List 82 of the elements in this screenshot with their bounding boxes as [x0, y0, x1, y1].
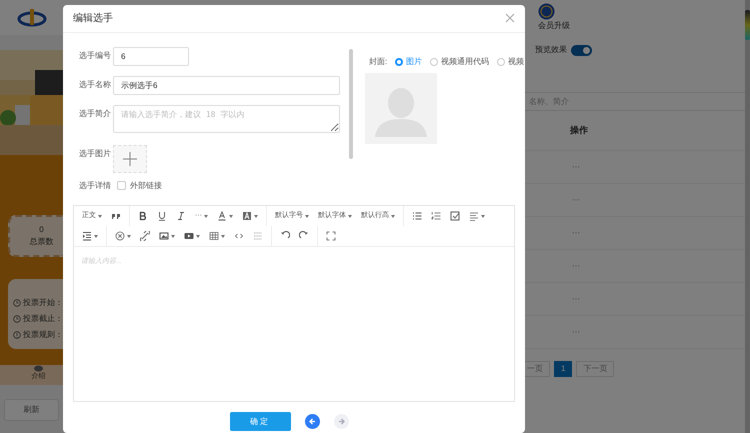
field-label: 选手编号 [79, 50, 112, 62]
plus-icon [123, 152, 137, 166]
more-button[interactable]: ··· [572, 260, 580, 272]
info-text: 投票截止： [23, 313, 63, 325]
column-header: 操作 [570, 124, 588, 137]
undo-icon [280, 231, 290, 241]
caret-icon [171, 234, 175, 238]
input-field[interactable]: 6 [113, 47, 189, 66]
radio-button[interactable] [430, 58, 438, 66]
caret-icon [94, 234, 98, 238]
caret-icon [127, 234, 131, 238]
field-label: 选手详情 [79, 180, 112, 192]
caret-icon [481, 214, 485, 218]
back-button[interactable] [304, 414, 320, 429]
scrollbar[interactable] [745, 0, 750, 433]
caret-icon [196, 234, 200, 238]
task-list-icon [450, 211, 460, 221]
avatar-placeholder [365, 73, 437, 144]
confirm-button[interactable]: 确定 [230, 412, 290, 431]
dialog-title: 编辑选手 [73, 12, 113, 26]
preview-toggle[interactable] [571, 44, 592, 56]
more-button[interactable]: ··· [572, 194, 580, 206]
caret-icon [391, 214, 395, 218]
field-label: 选手图片 [79, 148, 112, 160]
cover-label: 封面: [369, 56, 388, 68]
refresh-button[interactable]: 刷新 [4, 399, 59, 421]
numbered-list-icon [431, 211, 441, 221]
info-text: 投票规则： [23, 329, 63, 341]
quote-icon [111, 211, 121, 221]
textarea-field[interactable]: 请输入选手简介，建议 18 字以内 [113, 105, 340, 133]
field-label: 选手名称 [79, 79, 112, 91]
input-field[interactable]: 示例选手6 [113, 76, 340, 95]
redo-icon [299, 231, 309, 241]
caret-icon [204, 214, 208, 218]
more-button[interactable]: ··· [572, 293, 580, 305]
emoji-icon [115, 231, 125, 241]
indent-icon [82, 231, 92, 241]
divider-icon [253, 231, 263, 241]
caret-icon [229, 214, 233, 218]
vip-label[interactable]: 会员升级 [538, 20, 570, 32]
close-icon [505, 12, 515, 22]
caret-icon [305, 214, 309, 218]
toolbar-button[interactable] [137, 228, 153, 244]
more-button[interactable]: ··· [572, 161, 580, 173]
italic-icon [176, 211, 186, 221]
caret-icon [221, 234, 225, 238]
code-icon [234, 231, 244, 241]
font-color-icon [217, 211, 227, 221]
logo-icon [16, 6, 46, 28]
radio-button[interactable] [497, 58, 506, 66]
align-icon [469, 211, 479, 221]
radio-button[interactable] [395, 58, 404, 66]
caret-icon [98, 214, 102, 218]
underline-icon [157, 211, 167, 221]
text-background-icon [242, 211, 252, 221]
vip-icon [538, 3, 555, 20]
image-icon [159, 231, 169, 241]
field-label: 选手简介 [79, 108, 112, 120]
info-text: 投票开始： [23, 297, 63, 309]
link-icon [140, 231, 150, 241]
more-button[interactable]: ··· [572, 326, 580, 338]
upload-button[interactable] [113, 145, 147, 173]
clock-icon [13, 299, 21, 307]
info-icon [13, 331, 21, 339]
caret-icon [254, 214, 258, 218]
fullscreen-icon [326, 231, 336, 241]
bulleted-list-icon [412, 211, 422, 221]
clock-icon [13, 315, 21, 323]
table-icon [209, 231, 219, 241]
bold-icon [138, 211, 148, 221]
checkbox-label[interactable]: 外部链接 [130, 177, 164, 195]
page-button[interactable]: 1 [554, 361, 572, 377]
stat-value: 0 [39, 224, 44, 236]
caret-icon [348, 214, 352, 218]
radio-label[interactable]: 视频通用代码 [441, 56, 490, 68]
stat-label: 总票数 [30, 236, 54, 248]
video-icon [184, 231, 194, 241]
checkbox[interactable] [117, 181, 126, 190]
radio-label[interactable]: 视频 [508, 56, 524, 68]
radio-label[interactable]: 图片 [406, 56, 422, 68]
more-button[interactable]: ··· [572, 227, 580, 239]
preview-label: 预览效果 [535, 44, 567, 56]
